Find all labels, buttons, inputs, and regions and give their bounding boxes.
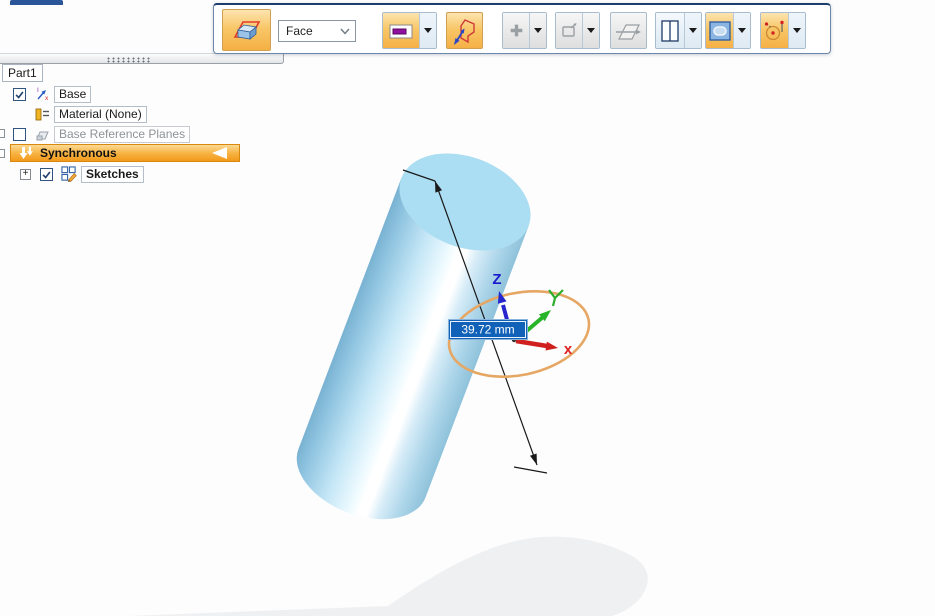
dropdown-arrow-icon — [793, 28, 801, 33]
chevron-down-icon — [340, 28, 350, 35]
pane-splitter[interactable] — [0, 53, 284, 64]
expand-plus-box[interactable]: + — [20, 169, 31, 180]
tree-row-sketches: + Sketches — [0, 165, 300, 183]
coordinate-system-icon: I x — [34, 86, 50, 102]
axis-z-label: Z — [492, 271, 501, 288]
reference-planes-icon — [34, 126, 50, 142]
move-3d-button[interactable] — [446, 12, 483, 49]
sketch-plane-button[interactable] — [222, 9, 271, 51]
tree-row-reference-planes: Base Reference Planes — [0, 125, 300, 143]
face-selector-dropdown[interactable]: Face — [278, 20, 356, 42]
slot-icon — [708, 20, 732, 42]
relations-button[interactable] — [761, 13, 788, 48]
copy-button[interactable] — [556, 13, 582, 48]
split-pane-icon — [658, 18, 682, 44]
slot-button-group — [705, 12, 751, 49]
color-bar-icon — [388, 19, 414, 43]
svg-text:x: x — [45, 95, 49, 102]
relations-icon — [763, 18, 787, 44]
material-icon — [34, 106, 50, 122]
reference-planes-checkbox[interactable] — [13, 128, 26, 141]
sketches-checkbox[interactable] — [40, 168, 53, 181]
plus-icon — [508, 22, 525, 39]
add-dropdown[interactable] — [529, 13, 546, 48]
move-3d-icon — [451, 17, 479, 45]
tree-item-label[interactable]: Sketches — [81, 166, 144, 183]
relations-dropdown[interactable] — [788, 13, 805, 48]
tree-root-part1[interactable]: Part1 — [2, 64, 43, 82]
line-color-button-group — [382, 12, 437, 49]
add-button[interactable] — [503, 13, 529, 48]
face-selector-value: Face — [286, 24, 313, 38]
synchronous-group-header[interactable]: Synchronous — [10, 144, 240, 162]
tree-item-label[interactable]: Base Reference Planes — [54, 126, 190, 143]
copy-dropdown[interactable] — [582, 13, 599, 48]
collapse-box-partial[interactable] — [0, 149, 5, 158]
clipboard-icon — [560, 22, 579, 39]
axis-x-label: x — [564, 341, 573, 358]
sketches-icon — [61, 166, 77, 182]
checkmark-icon — [14, 89, 25, 100]
tree-row-synchronous: Synchronous — [0, 144, 300, 162]
plane-box-icon — [231, 15, 263, 45]
dimension-value-box[interactable]: 39.72 mm — [449, 320, 528, 340]
symmetry-button[interactable] — [610, 12, 647, 49]
slot-dropdown[interactable] — [733, 13, 750, 48]
collapse-arrow-icon[interactable] — [212, 147, 227, 159]
relations-button-group — [760, 12, 806, 49]
collapse-box-partial[interactable] — [0, 129, 5, 138]
split-pane-dropdown[interactable] — [684, 13, 701, 48]
slot-button[interactable] — [706, 13, 733, 48]
dimension-arrow-bottom — [530, 454, 537, 466]
checkmark-icon — [41, 169, 52, 180]
line-color-dropdown[interactable] — [419, 13, 436, 48]
application-window: { "toolbar": { "face_dropdown": { "value… — [0, 0, 935, 616]
line-color-button[interactable] — [383, 13, 419, 48]
copy-button-group — [555, 12, 600, 49]
base-checkbox[interactable] — [13, 88, 26, 101]
command-bar: Face — [213, 3, 831, 54]
splitter-grip-icon[interactable] — [106, 57, 152, 63]
symmetry-icon — [615, 20, 642, 42]
tree-item-label[interactable]: Base — [54, 86, 91, 103]
window-tab[interactable] — [10, 0, 63, 5]
tree-item-label[interactable]: Material (None) — [54, 106, 147, 123]
add-button-group — [502, 12, 547, 49]
dropdown-arrow-icon — [424, 28, 432, 33]
tree-item-label: Synchronous — [40, 146, 117, 160]
dropdown-arrow-icon — [689, 28, 697, 33]
tree-row-material: Material (None) — [0, 105, 300, 123]
dropdown-arrow-icon — [587, 28, 595, 33]
axis-x-arrow[interactable] — [516, 341, 558, 351]
cylinder-shadow — [128, 537, 648, 616]
synchronous-icon — [18, 146, 34, 161]
dropdown-arrow-icon — [738, 28, 746, 33]
dimension-value-text: 39.72 mm — [461, 323, 514, 337]
svg-text:I: I — [37, 87, 39, 94]
split-pane-button-group — [655, 12, 702, 49]
tree-row-base: I x Base — [0, 85, 300, 103]
dropdown-arrow-icon — [534, 28, 542, 33]
split-pane-button[interactable] — [656, 13, 684, 48]
